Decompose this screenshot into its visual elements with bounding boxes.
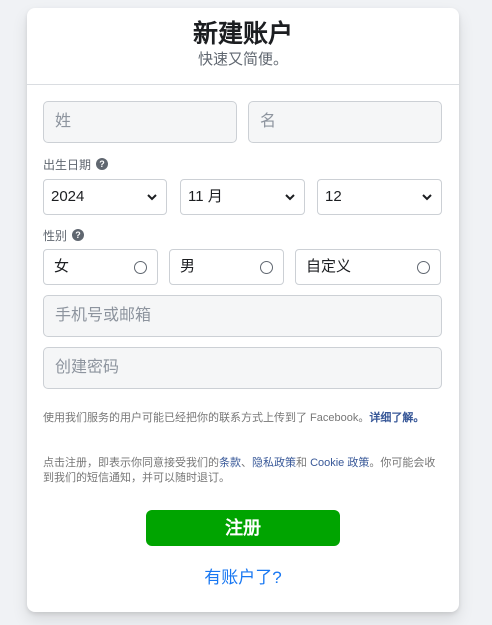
birthday-year-select[interactable]: 2024	[43, 179, 167, 215]
chevron-down-icon	[285, 194, 295, 201]
privacy-link[interactable]: 隐私政策	[252, 457, 296, 469]
page-subtitle: 快速又简便。	[197, 51, 288, 68]
birthday-label: 出生日期 ?	[43, 157, 109, 172]
gender-option-male[interactable]: 男	[169, 249, 284, 285]
gender-option-custom[interactable]: 自定义	[295, 249, 441, 285]
radio-button[interactable]	[417, 261, 430, 274]
page-title: 新建账户	[192, 20, 293, 48]
have-account-link[interactable]: 有账户了?	[27, 563, 459, 588]
contact-upload-notice: 使用我们服务的用户可能已经把你的联系方式上传到了 Facebook。详细了解。	[43, 411, 441, 426]
contact-input[interactable]: 手机号或邮箱	[43, 295, 442, 337]
gender-option-label: 男	[180, 258, 196, 275]
radio-button[interactable]	[134, 261, 147, 274]
gender-label: 性别 ?	[43, 228, 85, 243]
help-icon[interactable]: ?	[72, 229, 85, 241]
birthday-month-value: 11 月	[188, 188, 223, 205]
birthday-day-value: 12	[325, 188, 342, 205]
terms-and: 和	[296, 457, 311, 469]
terms-link[interactable]: 条款	[219, 457, 241, 469]
terms-notice: 点击注册，即表示你同意接受我们的条款、隐私政策和 Cookie 政策。你可能会收…	[43, 456, 441, 486]
first-name-input[interactable]: 名	[248, 101, 442, 143]
signup-button[interactable]: 注册	[146, 510, 340, 546]
cookie-policy-link[interactable]: Cookie 政策	[310, 457, 369, 469]
chevron-down-icon	[422, 194, 432, 201]
chevron-down-icon	[147, 194, 157, 201]
terms-sep: 、	[241, 457, 252, 469]
birthday-label-text: 出生日期	[43, 157, 92, 172]
help-icon[interactable]: ?	[96, 158, 109, 170]
gender-option-label: 自定义	[306, 258, 352, 275]
radio-button[interactable]	[260, 261, 273, 274]
gender-option-label: 女	[54, 258, 70, 275]
learn-more-link[interactable]: 详细了解。	[369, 412, 424, 424]
signup-card: 新建账户 快速又简便。 姓 名 出生日期 ? 2024 11 月 12 性别 ?…	[27, 8, 459, 612]
birthday-month-select[interactable]: 11 月	[180, 179, 305, 215]
upload-text: 使用我们服务的用户可能已经把你的联系方式上传到了 Facebook。	[43, 412, 370, 424]
birthday-year-value: 2024	[51, 188, 85, 205]
terms-prefix: 点击注册，即表示你同意接受我们的	[43, 457, 219, 469]
gender-label-text: 性别	[43, 228, 68, 243]
card-header: 新建账户 快速又简便。	[27, 8, 459, 85]
password-input[interactable]: 创建密码	[43, 347, 442, 389]
birthday-day-select[interactable]: 12	[317, 179, 442, 215]
last-name-input[interactable]: 姓	[43, 101, 237, 143]
gender-option-female[interactable]: 女	[43, 249, 158, 285]
